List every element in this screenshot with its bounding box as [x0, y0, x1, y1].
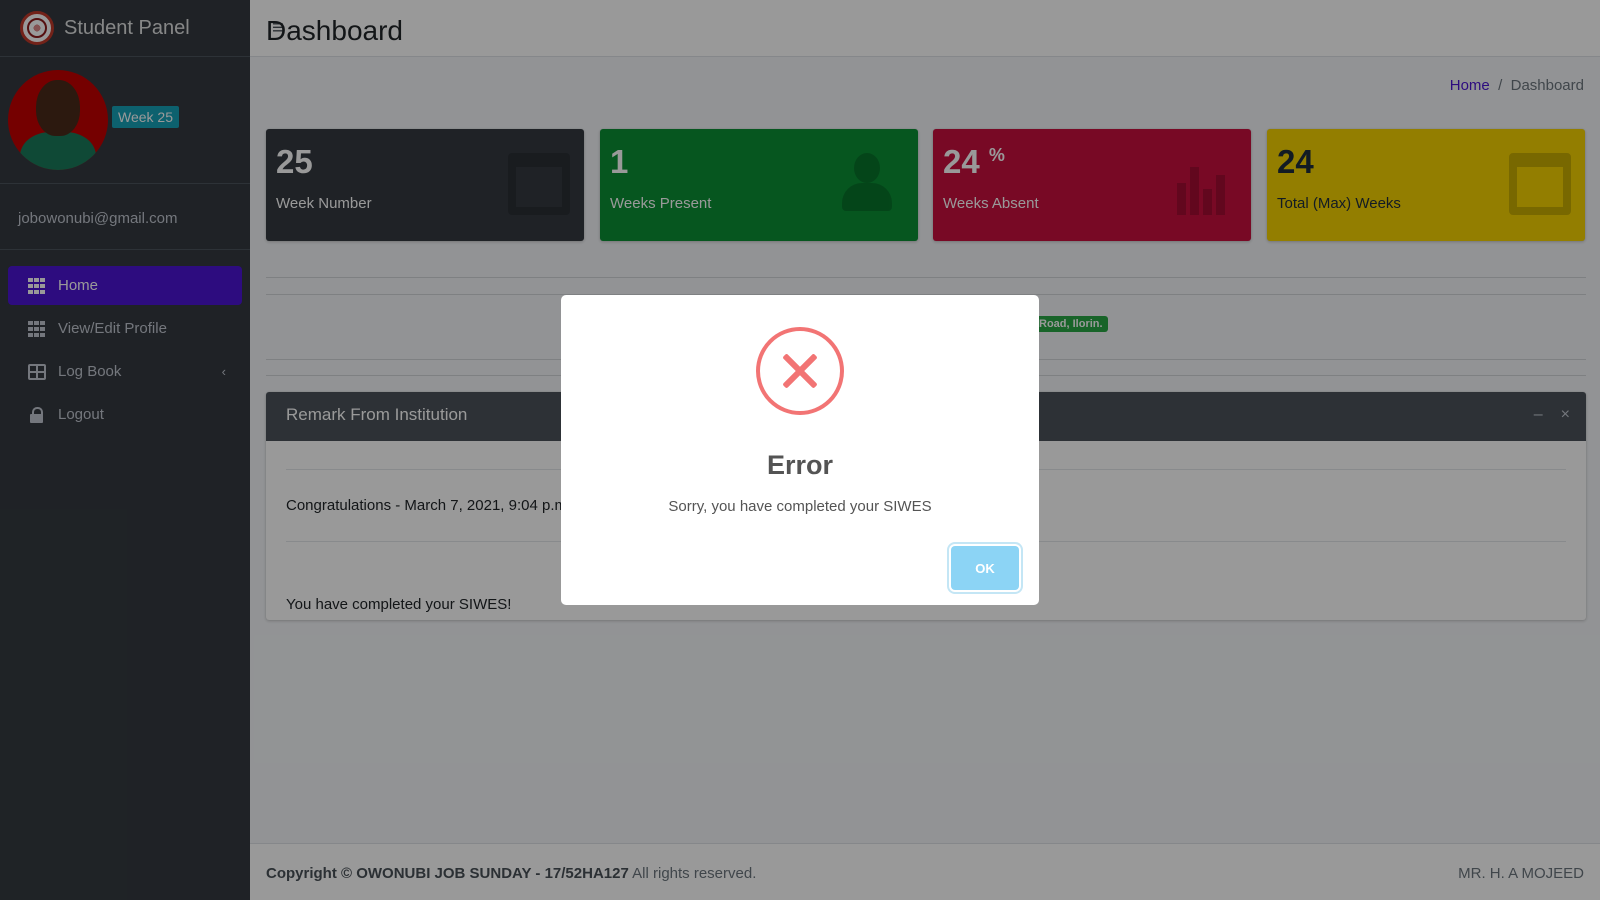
ok-button[interactable]: OK: [951, 546, 1019, 590]
error-x-icon: [756, 327, 844, 415]
error-dialog: Error Sorry, you have completed your SIW…: [561, 295, 1039, 605]
dialog-message: Sorry, you have completed your SIWES: [668, 498, 932, 515]
dialog-title: Error: [766, 450, 834, 480]
